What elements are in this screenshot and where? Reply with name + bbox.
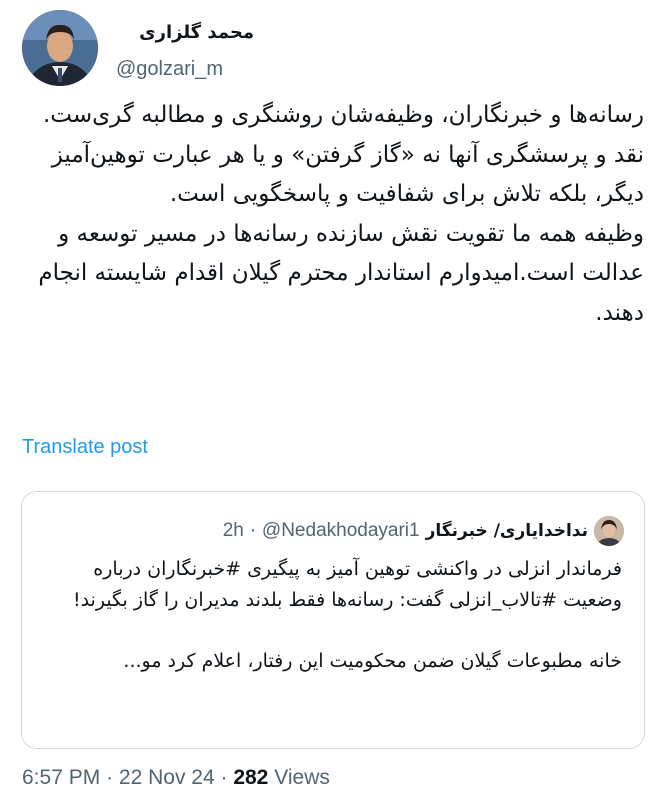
translate-post-link[interactable]: Translate post <box>22 436 148 459</box>
tweet-paragraph: وظیفه همه ما تقویت نقش سازنده رسانه‌ها د… <box>38 220 644 326</box>
quoted-author-avatar[interactable] <box>594 516 624 546</box>
quoted-tweet-header: 2h · @Nedakhodayari1 ندا‌خدایاری/ خبرنگا… <box>223 516 624 546</box>
tweet-date[interactable]: 22 Nov 24 <box>119 766 215 789</box>
tweet-time[interactable]: 6:57 PM <box>22 766 100 789</box>
separator-dot: · <box>106 766 114 789</box>
quoted-author-handle[interactable]: @Nedakhodayari1 <box>262 520 420 542</box>
separator-dot: · <box>249 520 256 542</box>
author-name[interactable]: محمد گلزاری <box>114 22 254 43</box>
tweet-paragraph: رسانه‌ها و خبرنگاران، وظیفه‌شان روشنگری … <box>42 102 644 208</box>
quoted-paragraph: خانه مطبوعات گیلان ضمن محکومیت این رفتار… <box>123 650 622 672</box>
author-handle[interactable]: @golzari_m <box>116 58 223 81</box>
tweet-meta: 6:57 PM · 22 Nov 24 · 282 Views <box>22 766 330 790</box>
views-count: 282 <box>233 766 269 789</box>
tweet-header: محمد گلزاری @golzari_m <box>22 10 254 90</box>
quoted-tweet-body: فرماندار انزلی در واکنشی توهین آمیز به پ… <box>42 554 622 677</box>
tweet-body: رسانه‌ها و خبرنگاران، وظیفه‌شان روشنگری … <box>20 96 644 334</box>
quoted-tweet-card[interactable]: 2h · @Nedakhodayari1 ندا‌خدایاری/ خبرنگا… <box>21 491 645 749</box>
quoted-paragraph: فرماندار انزلی در واکنشی توهین آمیز به پ… <box>72 558 622 611</box>
quoted-author-name[interactable]: ندا‌خدایاری/ خبرنگار <box>426 521 588 541</box>
separator-dot: · <box>220 766 228 789</box>
views-label: Views <box>274 766 330 789</box>
author-avatar[interactable] <box>22 10 98 86</box>
quoted-tweet-time[interactable]: 2h <box>223 520 244 542</box>
